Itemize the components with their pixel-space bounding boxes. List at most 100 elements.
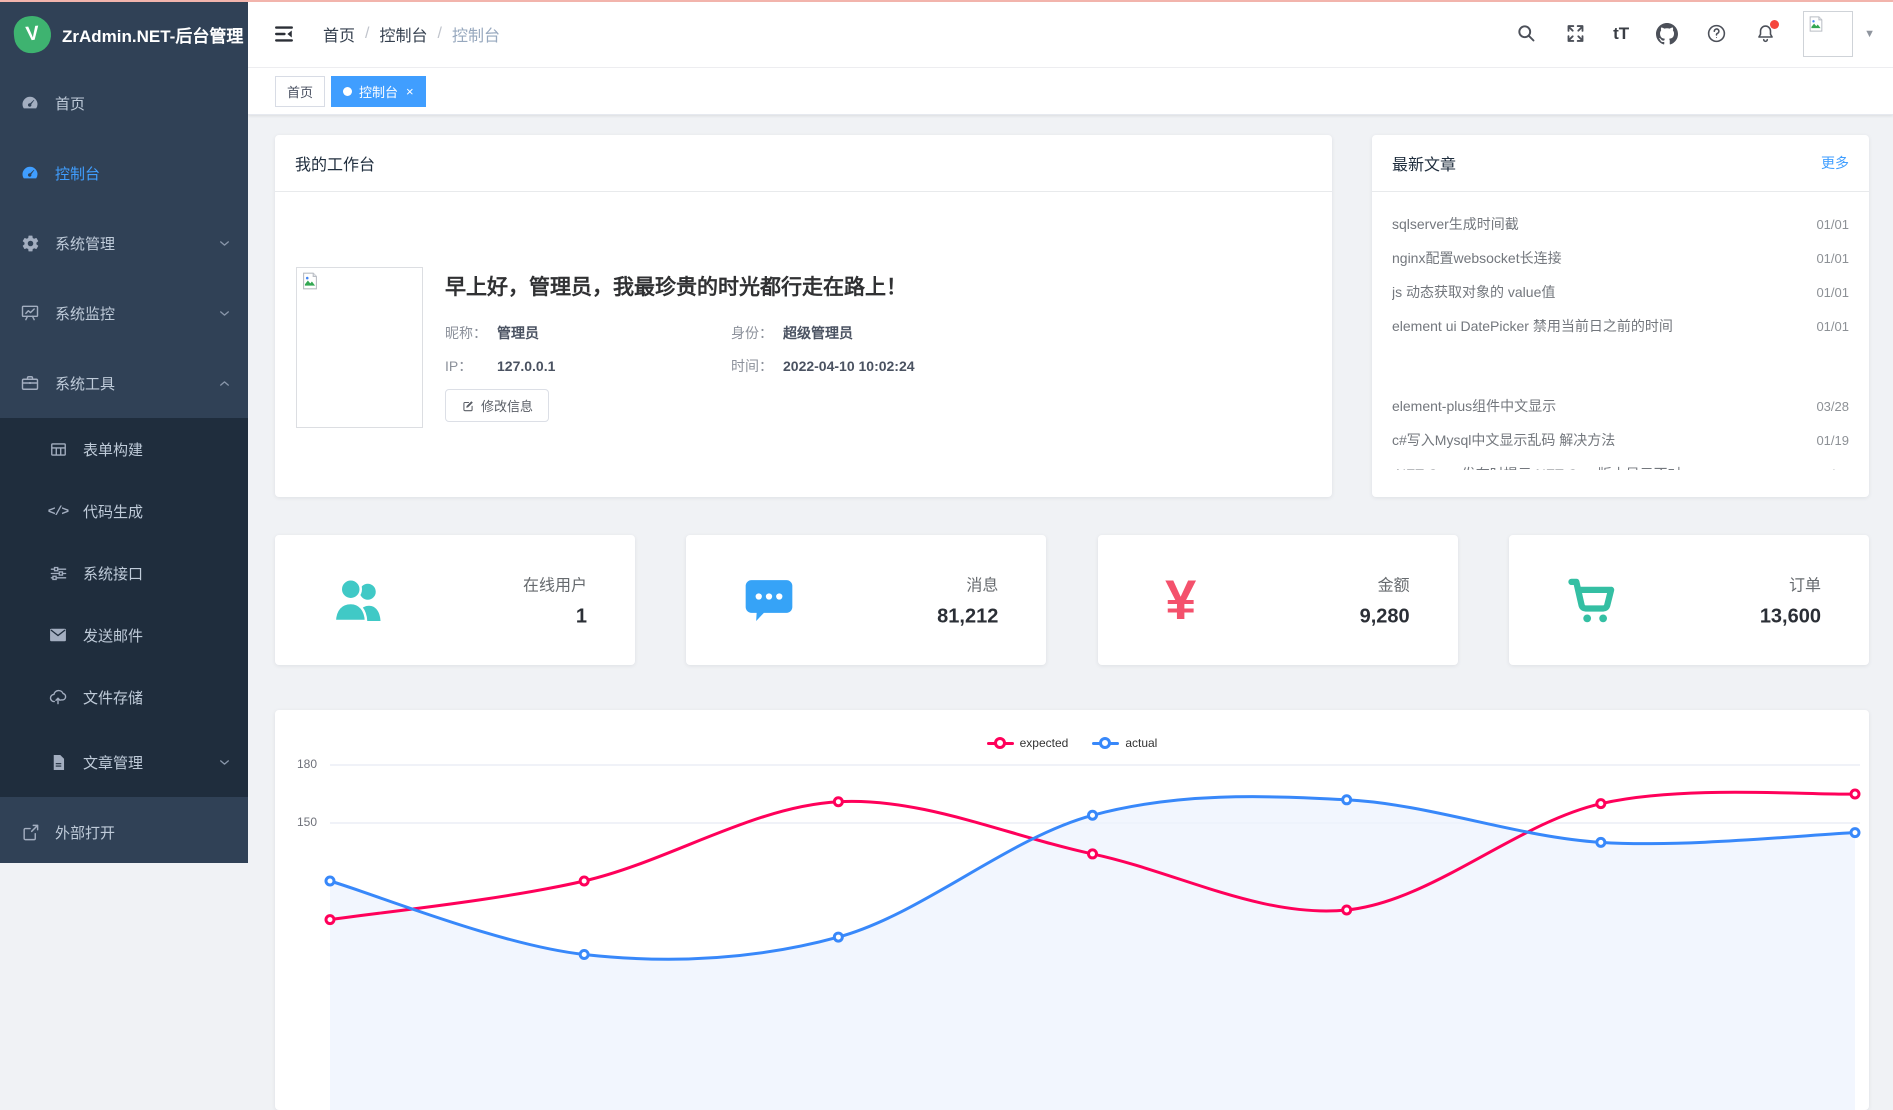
edit-profile-button[interactable]: 修改信息 [445,389,549,422]
sidebar-item-system-tools[interactable]: 系统工具 [0,348,248,418]
stat-value: 1 [523,606,587,629]
stat-card-amount[interactable]: ¥ 金额 9,280 [1098,535,1458,665]
sidebar-collapse-icon[interactable] [273,23,295,45]
more-link[interactable]: 更多 [1821,153,1849,173]
articles-title: 最新文章 [1392,151,1456,175]
sidebar-item-system-api[interactable]: 系统接口 [0,542,248,604]
dashboard-icon [20,93,40,113]
tab-home[interactable]: 首页 [275,76,325,107]
users-icon [327,569,389,631]
article-title: js 动态获取对象的 value值 [1392,282,1555,302]
user-avatar[interactable] [1803,11,1853,57]
article-title: element-plus组件中文显示 [1392,396,1556,416]
time-field: 时间：2022-04-10 10:02:24 [731,356,915,376]
sidebar-item-external-open[interactable]: 外部打开 [0,797,248,867]
bell-icon[interactable] [1754,23,1776,45]
sidebar-item-label: 首页 [55,93,85,114]
notification-dot [1770,20,1779,29]
sidebar-item-system-management[interactable]: 系统管理 [0,208,248,278]
sidebar-item-article-management[interactable]: 文章管理 [0,728,248,797]
breadcrumb-item-current: 控制台 [452,22,500,46]
field-label: 昵称： [445,323,491,343]
workbench-card: 我的工作台 早上好，管理员，我最珍贵的时光都行走在路上！ 昵称：管理员 身份：超… [275,135,1332,497]
tab-label: 控制台 [359,82,398,101]
latest-articles-card: 最新文章 更多 sqlserver生成时间截 01/01 nginx配置webs… [1372,135,1869,497]
article-date: 01/01 [1816,217,1849,232]
article-list-item[interactable]: sqlserver生成时间截 01/01 [1392,217,1849,241]
stat-label: 消息 [937,572,998,596]
sidebar-item-label: 系统接口 [83,563,143,584]
breadcrumb-separator: / [437,25,441,43]
sidebar-item-home[interactable]: 首页 [0,68,248,138]
help-icon[interactable] [1705,23,1727,45]
chevron-down-icon [218,237,231,250]
sidebar-item-console[interactable]: 控制台 [0,138,248,208]
article-date: 03/28 [1816,399,1849,414]
breadcrumb-item-home[interactable]: 首页 [323,22,355,46]
cloud-upload-icon [48,687,68,707]
article-date: 01/19 [1816,433,1849,448]
cart-icon [1561,569,1623,631]
sidebar-item-label: 系统工具 [55,373,115,394]
app-logo-bar: V ZrAdmin.NET-后台管理 [0,0,248,68]
sidebar-submenu-system-tools: 表单构建 </> 代码生成 系统接口 发送邮件 [0,418,248,797]
field-label: 时间： [731,356,777,376]
tab-close-icon[interactable]: × [406,85,414,98]
stats-row: 在线用户 1 消息 81,212 ¥ 金额 9,280 [275,535,1869,665]
stat-value: 9,280 [1360,606,1410,629]
github-icon[interactable] [1656,23,1678,45]
article-list-item[interactable]: nginx配置websocket长连接 01/01 [1392,241,1849,275]
article-list-item[interactable]: js 动态获取对象的 value值 01/01 [1392,275,1849,309]
articles-card-header: 最新文章 更多 [1372,135,1869,192]
stat-text: 金额 9,280 [1360,572,1410,629]
article-list-item[interactable]: element ui DatePicker 禁用当前日之前的时间 01/01 [1392,309,1849,343]
stat-text: 消息 81,212 [937,572,998,629]
sidebar-item-send-mail[interactable]: 发送邮件 [0,604,248,666]
external-link-icon [20,822,40,842]
role-field: 身份：超级管理员 [731,323,915,343]
sidebar: V ZrAdmin.NET-后台管理 首页 控制台 系统管理 [0,0,248,863]
stat-value: 13,600 [1760,606,1821,629]
field-value: 管理员 [497,325,539,341]
article-list-item[interactable]: element-plus组件中文显示 03/28 [1392,389,1849,423]
breadcrumb-separator: / [365,25,369,43]
gear-icon [20,233,40,253]
table-icon [48,439,68,459]
stat-card-online-users[interactable]: 在线用户 1 [275,535,635,665]
workbench-card-header: 我的工作台 [275,135,1332,192]
ip-field: IP：127.0.0.1 [445,356,731,376]
sidebar-item-system-monitor[interactable]: 系统监控 [0,278,248,348]
monitor-icon [20,303,40,323]
breadcrumb: 首页 / 控制台 / 控制台 [323,22,500,46]
article-title: sqlserver生成时间截 [1392,217,1519,234]
stat-label: 在线用户 [523,572,587,596]
chevron-down-icon [218,756,231,769]
edit-profile-label: 修改信息 [481,396,533,415]
chevron-down-icon [218,307,231,320]
stat-card-messages[interactable]: 消息 81,212 [686,535,1046,665]
message-icon [738,569,800,631]
user-info-grid: 昵称： 管理员 身份：超级管理员 IP：127.0.0.1 时间：2022-04-… [445,323,915,376]
stat-text: 订单 13,600 [1760,572,1821,629]
caret-down-icon[interactable]: ▼ [1864,28,1875,40]
sidebar-item-code-generator[interactable]: </> 代码生成 [0,480,248,542]
sidebar-item-form-builder[interactable]: 表单构建 [0,418,248,480]
font-size-icon[interactable]: tT [1613,23,1629,45]
tab-console[interactable]: 控制台 × [331,76,426,107]
fullscreen-icon[interactable] [1564,23,1586,45]
stat-card-orders[interactable]: 订单 13,600 [1509,535,1869,665]
breadcrumb-item-console[interactable]: 控制台 [379,22,427,46]
dashboard-icon [20,163,40,183]
article-list-item[interactable]: .NET Core 发布时提示 NET Core版本显示不对 12/28 [1392,457,1849,470]
article-title: element ui DatePicker 禁用当前日之前的时间 [1392,316,1673,336]
articles-list-viewport: sqlserver生成时间截 01/01 nginx配置websocket长连接… [1372,217,1869,470]
search-icon[interactable] [1515,23,1537,45]
sidebar-item-file-storage[interactable]: 文件存储 [0,666,248,728]
article-title: c#写入Mysql中文显示乱码 解决方法 [1392,430,1615,450]
profile-avatar-placeholder [296,267,423,428]
article-list-item[interactable]: c#写入Mysql中文显示乱码 解决方法 01/19 [1392,423,1849,457]
sidebar-item-label: 系统监控 [55,303,115,324]
top-navbar: 首页 / 控制台 / 控制台 tT ▼ [248,0,1893,68]
article-title: .NET Core 发布时提示 NET Core版本显示不对 [1392,464,1682,470]
code-icon: </> [48,501,68,521]
